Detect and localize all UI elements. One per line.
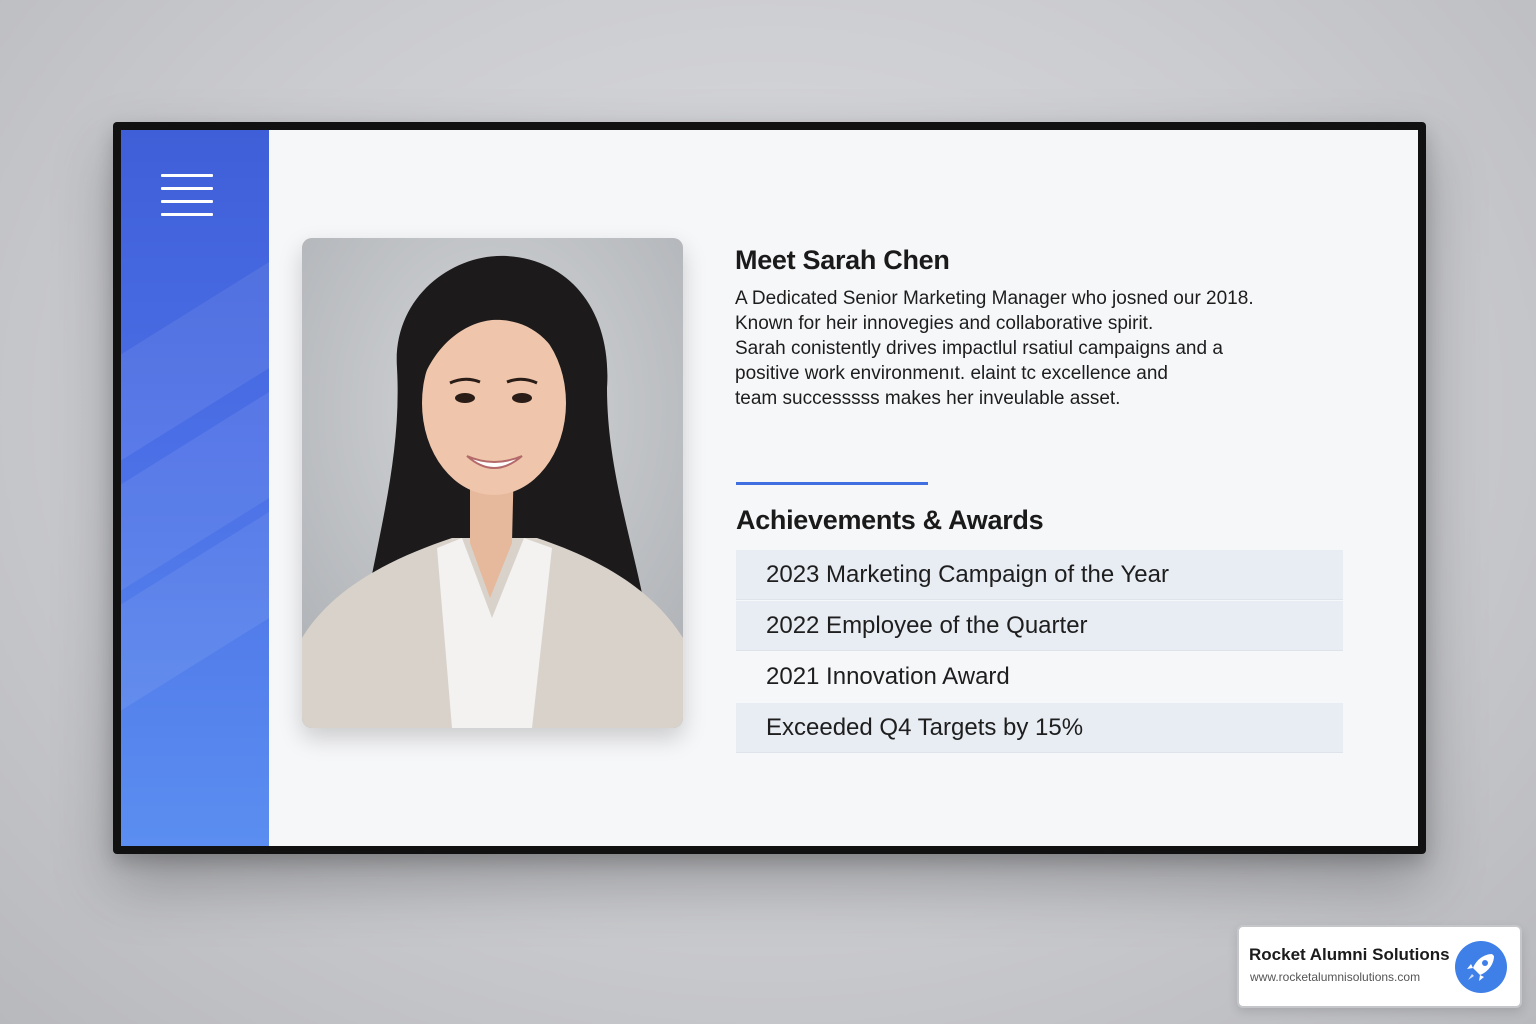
achievements-title: Achievements & Awards xyxy=(736,505,1044,535)
menu-icon[interactable] xyxy=(161,174,213,216)
bio-line: positive work environmenıt. elaint tc ex… xyxy=(735,363,1169,384)
display-screen: Meet Sarah Chen A Dedicated Senior Marke… xyxy=(113,122,1426,854)
list-item: Exceeded Q4 Targets by 15% xyxy=(736,703,1343,753)
bio-line: Known for heir innovegies and collaborat… xyxy=(735,313,1154,334)
achievements-list: 2023 Marketing Campaign of the Year 2022… xyxy=(736,550,1343,754)
profile-content: Meet Sarah Chen A Dedicated Senior Marke… xyxy=(735,245,1355,411)
brand-name: Rocket Alumni Solutions xyxy=(1249,945,1450,964)
brand-badge[interactable]: Rocket Alumni Solutions www.rocketalumni… xyxy=(1237,925,1522,1008)
profile-name: Meet Sarah Chen xyxy=(735,245,950,275)
rocket-icon xyxy=(1454,940,1508,994)
list-item: 2023 Marketing Campaign of the Year xyxy=(736,550,1343,600)
bio-line: team successsss makes her inveulable ass… xyxy=(735,388,1121,409)
screen-content: Meet Sarah Chen A Dedicated Senior Marke… xyxy=(121,130,1418,846)
list-item: 2021 Innovation Award xyxy=(766,663,1010,690)
bio-line: Sarah conistently drives impactlul rsati… xyxy=(735,338,1223,359)
list-item: 2022 Employee of the Quarter xyxy=(736,601,1343,651)
profile-bio: A Dedicated Senior Marketing Manager who… xyxy=(735,286,1355,411)
bio-line: A Dedicated Senior Marketing Manager who… xyxy=(735,288,1254,309)
sidebar xyxy=(121,130,269,846)
brand-url: www.rocketalumnisolutions.com xyxy=(1250,970,1421,984)
section-divider xyxy=(736,482,928,485)
profile-photo xyxy=(302,238,683,728)
